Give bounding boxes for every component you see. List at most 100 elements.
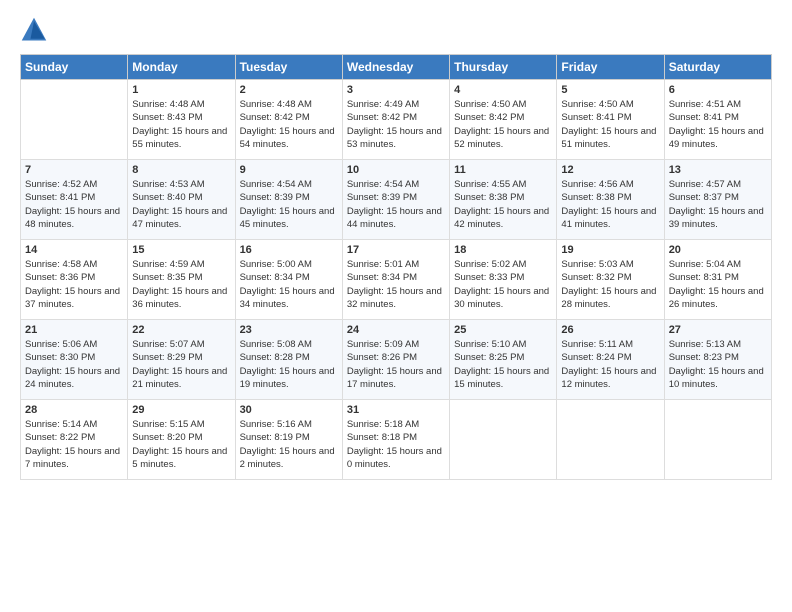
day-number: 24 bbox=[347, 324, 445, 336]
calendar-cell: 12 Sunrise: 4:56 AM Sunset: 8:38 PM Dayli… bbox=[557, 160, 664, 240]
day-info: Sunrise: 4:57 AM Sunset: 8:37 PM Dayligh… bbox=[669, 178, 767, 231]
weekday-header: Tuesday bbox=[235, 55, 342, 80]
calendar-cell bbox=[21, 80, 128, 160]
logo-icon bbox=[20, 16, 48, 44]
calendar-cell: 28 Sunrise: 5:14 AM Sunset: 8:22 PM Dayli… bbox=[21, 400, 128, 480]
calendar: SundayMondayTuesdayWednesdayThursdayFrid… bbox=[20, 54, 772, 480]
header bbox=[20, 16, 772, 44]
weekday-header: Saturday bbox=[664, 55, 771, 80]
day-number: 7 bbox=[25, 164, 123, 176]
day-number: 1 bbox=[132, 84, 230, 96]
calendar-cell: 11Sunrise: 4:55 AM Sunset: 8:38 PM Dayli… bbox=[450, 160, 557, 240]
calendar-cell bbox=[557, 400, 664, 480]
day-info: Sunrise: 5:07 AM Sunset: 8:29 PM Dayligh… bbox=[132, 338, 230, 391]
calendar-cell: 8Sunrise: 4:53 AM Sunset: 8:40 PM Daylig… bbox=[128, 160, 235, 240]
calendar-cell: 25 Sunrise: 5:10 AM Sunset: 8:25 PM Dayli… bbox=[450, 320, 557, 400]
calendar-week-row: 7 Sunrise: 4:52 AM Sunset: 8:41 PM Daylig… bbox=[21, 160, 772, 240]
day-info: Sunrise: 4:51 AM Sunset: 8:41 PM Dayligh… bbox=[669, 98, 767, 151]
day-info: Sunrise: 4:48 AM Sunset: 8:42 PM Dayligh… bbox=[240, 98, 338, 151]
calendar-cell: 15 Sunrise: 4:59 AM Sunset: 8:35 PM Dayli… bbox=[128, 240, 235, 320]
day-number: 26 bbox=[561, 324, 659, 336]
day-number: 3 bbox=[347, 84, 445, 96]
calendar-week-row: 21 Sunrise: 5:06 AM Sunset: 8:30 PM Dayli… bbox=[21, 320, 772, 400]
day-info: Sunrise: 4:50 AM Sunset: 8:41 PM Dayligh… bbox=[561, 98, 659, 151]
calendar-cell: 5 Sunrise: 4:50 AM Sunset: 8:41 PM Daylig… bbox=[557, 80, 664, 160]
day-info: Sunrise: 5:00 AM Sunset: 8:34 PM Dayligh… bbox=[240, 258, 338, 311]
day-info: Sunrise: 4:52 AM Sunset: 8:41 PM Dayligh… bbox=[25, 178, 123, 231]
day-info: Sunrise: 4:59 AM Sunset: 8:35 PM Dayligh… bbox=[132, 258, 230, 311]
day-info: Sunrise: 4:55 AM Sunset: 8:38 PM Dayligh… bbox=[454, 178, 552, 231]
day-info: Sunrise: 4:58 AM Sunset: 8:36 PM Dayligh… bbox=[25, 258, 123, 311]
calendar-cell: 10Sunrise: 4:54 AM Sunset: 8:39 PM Dayli… bbox=[342, 160, 449, 240]
day-info: Sunrise: 5:03 AM Sunset: 8:32 PM Dayligh… bbox=[561, 258, 659, 311]
day-number: 9 bbox=[240, 164, 338, 176]
calendar-cell: 19 Sunrise: 5:03 AM Sunset: 8:32 PM Dayli… bbox=[557, 240, 664, 320]
day-number: 5 bbox=[561, 84, 659, 96]
calendar-cell: 21 Sunrise: 5:06 AM Sunset: 8:30 PM Dayli… bbox=[21, 320, 128, 400]
day-info: Sunrise: 5:13 AM Sunset: 8:23 PM Dayligh… bbox=[669, 338, 767, 391]
day-info: Sunrise: 5:08 AM Sunset: 8:28 PM Dayligh… bbox=[240, 338, 338, 391]
day-number: 6 bbox=[669, 84, 767, 96]
day-info: Sunrise: 5:10 AM Sunset: 8:25 PM Dayligh… bbox=[454, 338, 552, 391]
page: SundayMondayTuesdayWednesdayThursdayFrid… bbox=[0, 0, 792, 612]
day-number: 31 bbox=[347, 404, 445, 416]
calendar-cell: 24Sunrise: 5:09 AM Sunset: 8:26 PM Dayli… bbox=[342, 320, 449, 400]
day-info: Sunrise: 5:06 AM Sunset: 8:30 PM Dayligh… bbox=[25, 338, 123, 391]
calendar-cell: 7 Sunrise: 4:52 AM Sunset: 8:41 PM Daylig… bbox=[21, 160, 128, 240]
day-info: Sunrise: 5:01 AM Sunset: 8:34 PM Dayligh… bbox=[347, 258, 445, 311]
day-info: Sunrise: 5:18 AM Sunset: 8:18 PM Dayligh… bbox=[347, 418, 445, 471]
calendar-cell bbox=[664, 400, 771, 480]
day-number: 15 bbox=[132, 244, 230, 256]
calendar-cell: 3 Sunrise: 4:49 AM Sunset: 8:42 PM Daylig… bbox=[342, 80, 449, 160]
calendar-week-row: 28 Sunrise: 5:14 AM Sunset: 8:22 PM Dayli… bbox=[21, 400, 772, 480]
day-number: 30 bbox=[240, 404, 338, 416]
day-number: 29 bbox=[132, 404, 230, 416]
day-info: Sunrise: 4:49 AM Sunset: 8:42 PM Dayligh… bbox=[347, 98, 445, 151]
calendar-cell: 16 Sunrise: 5:00 AM Sunset: 8:34 PM Dayli… bbox=[235, 240, 342, 320]
day-number: 18 bbox=[454, 244, 552, 256]
weekday-header-row: SundayMondayTuesdayWednesdayThursdayFrid… bbox=[21, 55, 772, 80]
day-number: 28 bbox=[25, 404, 123, 416]
day-number: 12 bbox=[561, 164, 659, 176]
day-number: 25 bbox=[454, 324, 552, 336]
calendar-cell: 23 Sunrise: 5:08 AM Sunset: 8:28 PM Dayli… bbox=[235, 320, 342, 400]
weekday-header: Friday bbox=[557, 55, 664, 80]
weekday-header: Monday bbox=[128, 55, 235, 80]
day-info: Sunrise: 5:11 AM Sunset: 8:24 PM Dayligh… bbox=[561, 338, 659, 391]
day-info: Sunrise: 5:15 AM Sunset: 8:20 PM Dayligh… bbox=[132, 418, 230, 471]
calendar-cell: 18 Sunrise: 5:02 AM Sunset: 8:33 PM Dayli… bbox=[450, 240, 557, 320]
day-info: Sunrise: 5:14 AM Sunset: 8:22 PM Dayligh… bbox=[25, 418, 123, 471]
calendar-cell bbox=[450, 400, 557, 480]
calendar-cell: 27Sunrise: 5:13 AM Sunset: 8:23 PM Dayli… bbox=[664, 320, 771, 400]
calendar-cell: 13 Sunrise: 4:57 AM Sunset: 8:37 PM Dayli… bbox=[664, 160, 771, 240]
day-number: 13 bbox=[669, 164, 767, 176]
day-number: 10 bbox=[347, 164, 445, 176]
day-info: Sunrise: 5:16 AM Sunset: 8:19 PM Dayligh… bbox=[240, 418, 338, 471]
calendar-cell: 30 Sunrise: 5:16 AM Sunset: 8:19 PM Dayli… bbox=[235, 400, 342, 480]
day-info: Sunrise: 4:56 AM Sunset: 8:38 PM Dayligh… bbox=[561, 178, 659, 231]
logo bbox=[20, 16, 52, 44]
day-number: 19 bbox=[561, 244, 659, 256]
day-number: 2 bbox=[240, 84, 338, 96]
weekday-header: Wednesday bbox=[342, 55, 449, 80]
calendar-cell: 26 Sunrise: 5:11 AM Sunset: 8:24 PM Dayli… bbox=[557, 320, 664, 400]
calendar-cell: 14 Sunrise: 4:58 AM Sunset: 8:36 PM Dayli… bbox=[21, 240, 128, 320]
calendar-cell: 1 Sunrise: 4:48 AM Sunset: 8:43 PM Daylig… bbox=[128, 80, 235, 160]
day-number: 21 bbox=[25, 324, 123, 336]
day-info: Sunrise: 5:02 AM Sunset: 8:33 PM Dayligh… bbox=[454, 258, 552, 311]
calendar-week-row: 14 Sunrise: 4:58 AM Sunset: 8:36 PM Dayli… bbox=[21, 240, 772, 320]
day-number: 16 bbox=[240, 244, 338, 256]
day-info: Sunrise: 4:50 AM Sunset: 8:42 PM Dayligh… bbox=[454, 98, 552, 151]
day-number: 14 bbox=[25, 244, 123, 256]
day-number: 4 bbox=[454, 84, 552, 96]
day-info: Sunrise: 5:04 AM Sunset: 8:31 PM Dayligh… bbox=[669, 258, 767, 311]
calendar-cell: 20 Sunrise: 5:04 AM Sunset: 8:31 PM Dayli… bbox=[664, 240, 771, 320]
day-number: 20 bbox=[669, 244, 767, 256]
weekday-header: Thursday bbox=[450, 55, 557, 80]
day-number: 8 bbox=[132, 164, 230, 176]
day-number: 17 bbox=[347, 244, 445, 256]
day-number: 23 bbox=[240, 324, 338, 336]
day-info: Sunrise: 4:48 AM Sunset: 8:43 PM Dayligh… bbox=[132, 98, 230, 151]
calendar-cell: 22Sunrise: 5:07 AM Sunset: 8:29 PM Dayli… bbox=[128, 320, 235, 400]
calendar-cell: 31 Sunrise: 5:18 AM Sunset: 8:18 PM Dayli… bbox=[342, 400, 449, 480]
